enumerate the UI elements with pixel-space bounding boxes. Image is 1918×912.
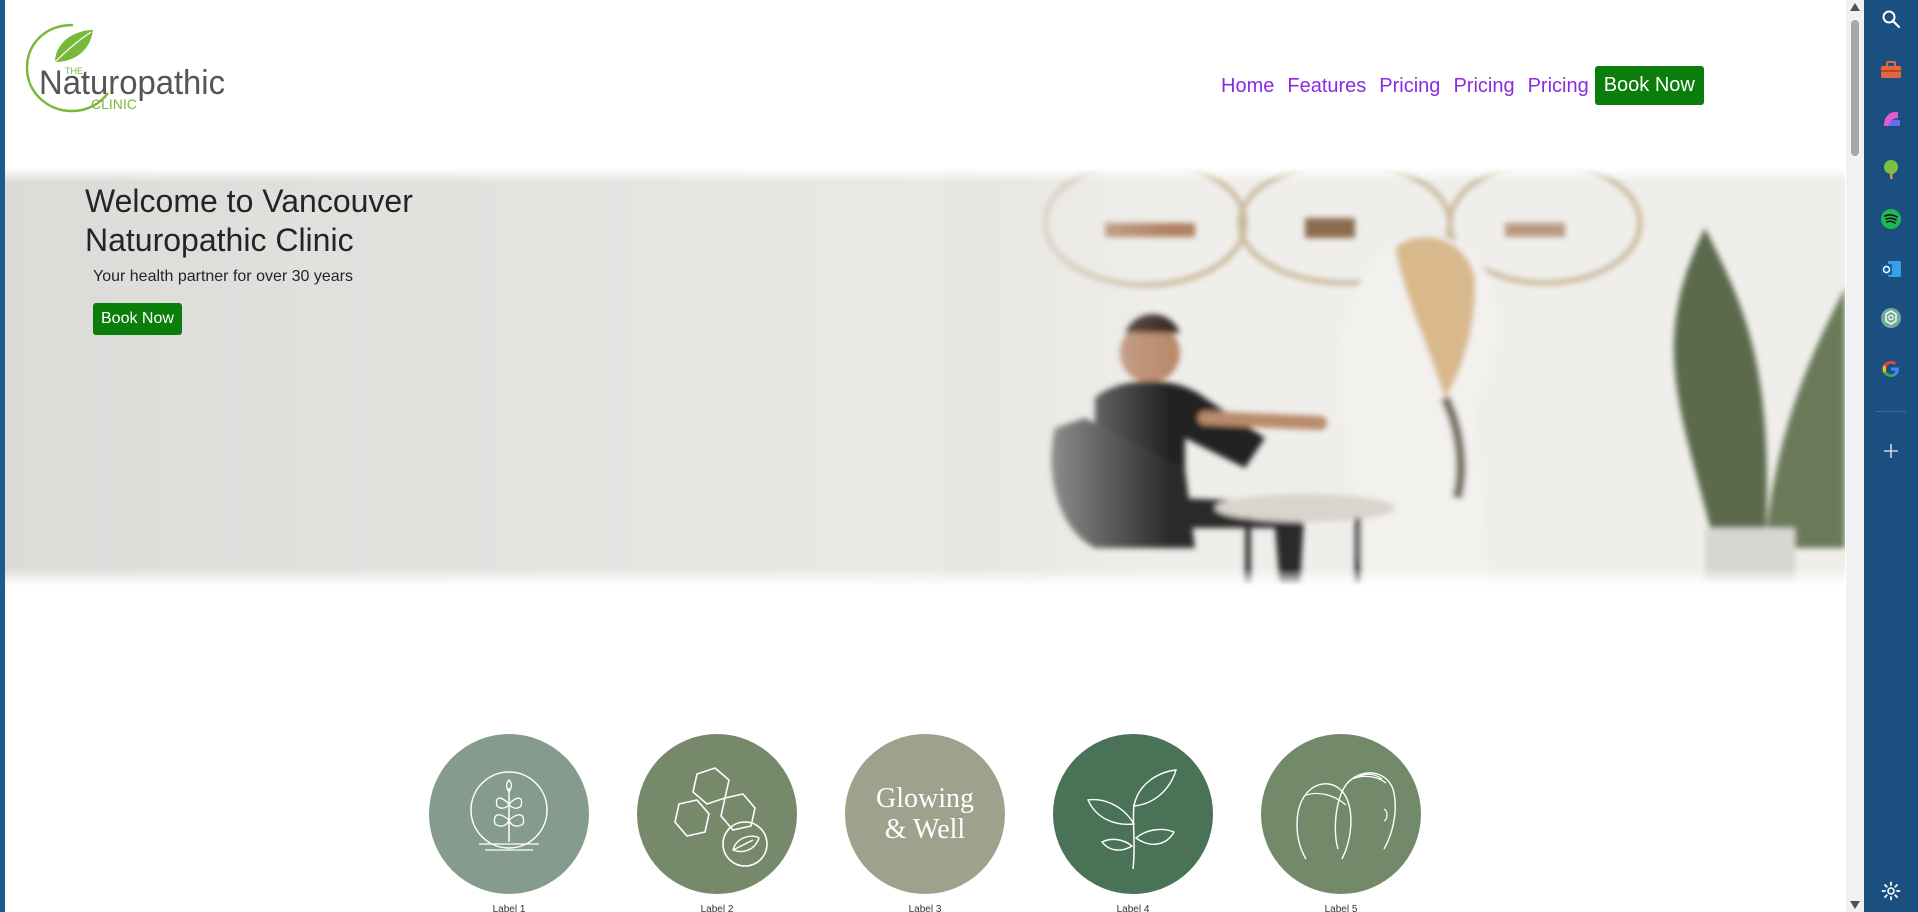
browser-sidebar	[1864, 0, 1918, 912]
circle-item-4[interactable]: Label 4	[1053, 734, 1213, 912]
circle-label-3: Label 3	[908, 904, 942, 912]
scroll-down-arrow-icon[interactable]	[1850, 901, 1860, 909]
outlook-icon[interactable]	[1880, 258, 1902, 280]
settings-icon[interactable]	[1880, 880, 1902, 902]
spotify-icon[interactable]	[1880, 208, 1902, 230]
search-icon[interactable]	[1880, 8, 1902, 30]
circle-4[interactable]	[1053, 734, 1213, 894]
toolbox-icon[interactable]	[1880, 59, 1902, 81]
hero-subtitle: Your health partner for over 30 years	[93, 268, 354, 285]
nav-book-now-button[interactable]: Book Now	[1594, 66, 1704, 105]
copilot-icon[interactable]	[1880, 108, 1902, 130]
circle-5[interactable]	[1261, 734, 1421, 894]
molecule-leaf-icon	[674, 767, 768, 867]
nav-features[interactable]: Features	[1287, 75, 1366, 98]
logo-clinic-text: CLINIC	[91, 96, 137, 112]
nav-pricing-3[interactable]: Pricing	[1528, 75, 1589, 98]
tree-icon[interactable]	[1880, 158, 1902, 180]
clinic-logo[interactable]: THE Naturopathic CLINIC	[25, 22, 235, 114]
glowing-text-line1: Glowing	[876, 783, 974, 814]
circle-label-4: Label 4	[1116, 904, 1150, 912]
circle-item-3[interactable]: Glowing & Well Label 3	[845, 734, 1005, 912]
circle-label-1: Label 1	[492, 904, 526, 912]
sidebar-divider	[1876, 411, 1906, 412]
nav-pricing-2[interactable]: Pricing	[1453, 75, 1514, 98]
circle-label-2: Label 2	[700, 904, 734, 912]
glowing-well-text: Glowing & Well	[876, 783, 974, 845]
sprout-icon	[1086, 769, 1177, 870]
chatgpt-icon[interactable]	[1880, 307, 1902, 329]
circle-3[interactable]: Glowing & Well	[845, 734, 1005, 894]
hero-title: Welcome to Vancouver Naturopathic Clinic	[85, 183, 413, 258]
google-icon[interactable]	[1880, 358, 1902, 380]
service-circles: Label 1 Label 2 Glowing & Well Label 3 L…	[429, 734, 1469, 912]
add-icon[interactable]	[1880, 440, 1902, 462]
hero-book-now-button[interactable]: Book Now	[93, 303, 182, 335]
circle-item-1[interactable]: Label 1	[429, 734, 589, 912]
scroll-up-arrow-icon[interactable]	[1850, 3, 1860, 11]
circle-label-5: Label 5	[1324, 904, 1358, 912]
page-scrollbar[interactable]	[1846, 0, 1864, 912]
hero-photo	[945, 168, 1845, 586]
scroll-thumb[interactable]	[1851, 20, 1859, 156]
glowing-text-line2: & Well	[884, 814, 966, 845]
circle-1[interactable]	[429, 734, 589, 894]
main-nav: Home Features Pricing Pricing Pricing Bo…	[1221, 66, 1704, 105]
nav-pricing-1[interactable]: Pricing	[1379, 75, 1440, 98]
webpage: THE Naturopathic CLINIC Home Features Pr…	[5, 0, 1846, 912]
plant-in-circle-icon	[470, 771, 548, 851]
circle-item-2[interactable]: Label 2	[637, 734, 797, 912]
hero-banner: Welcome to Vancouver Naturopathic Clinic…	[5, 168, 1845, 586]
nav-home[interactable]: Home	[1221, 75, 1274, 98]
two-faces-icon	[1296, 772, 1396, 860]
circle-item-5[interactable]: Label 5	[1261, 734, 1421, 912]
circle-2[interactable]	[637, 734, 797, 894]
